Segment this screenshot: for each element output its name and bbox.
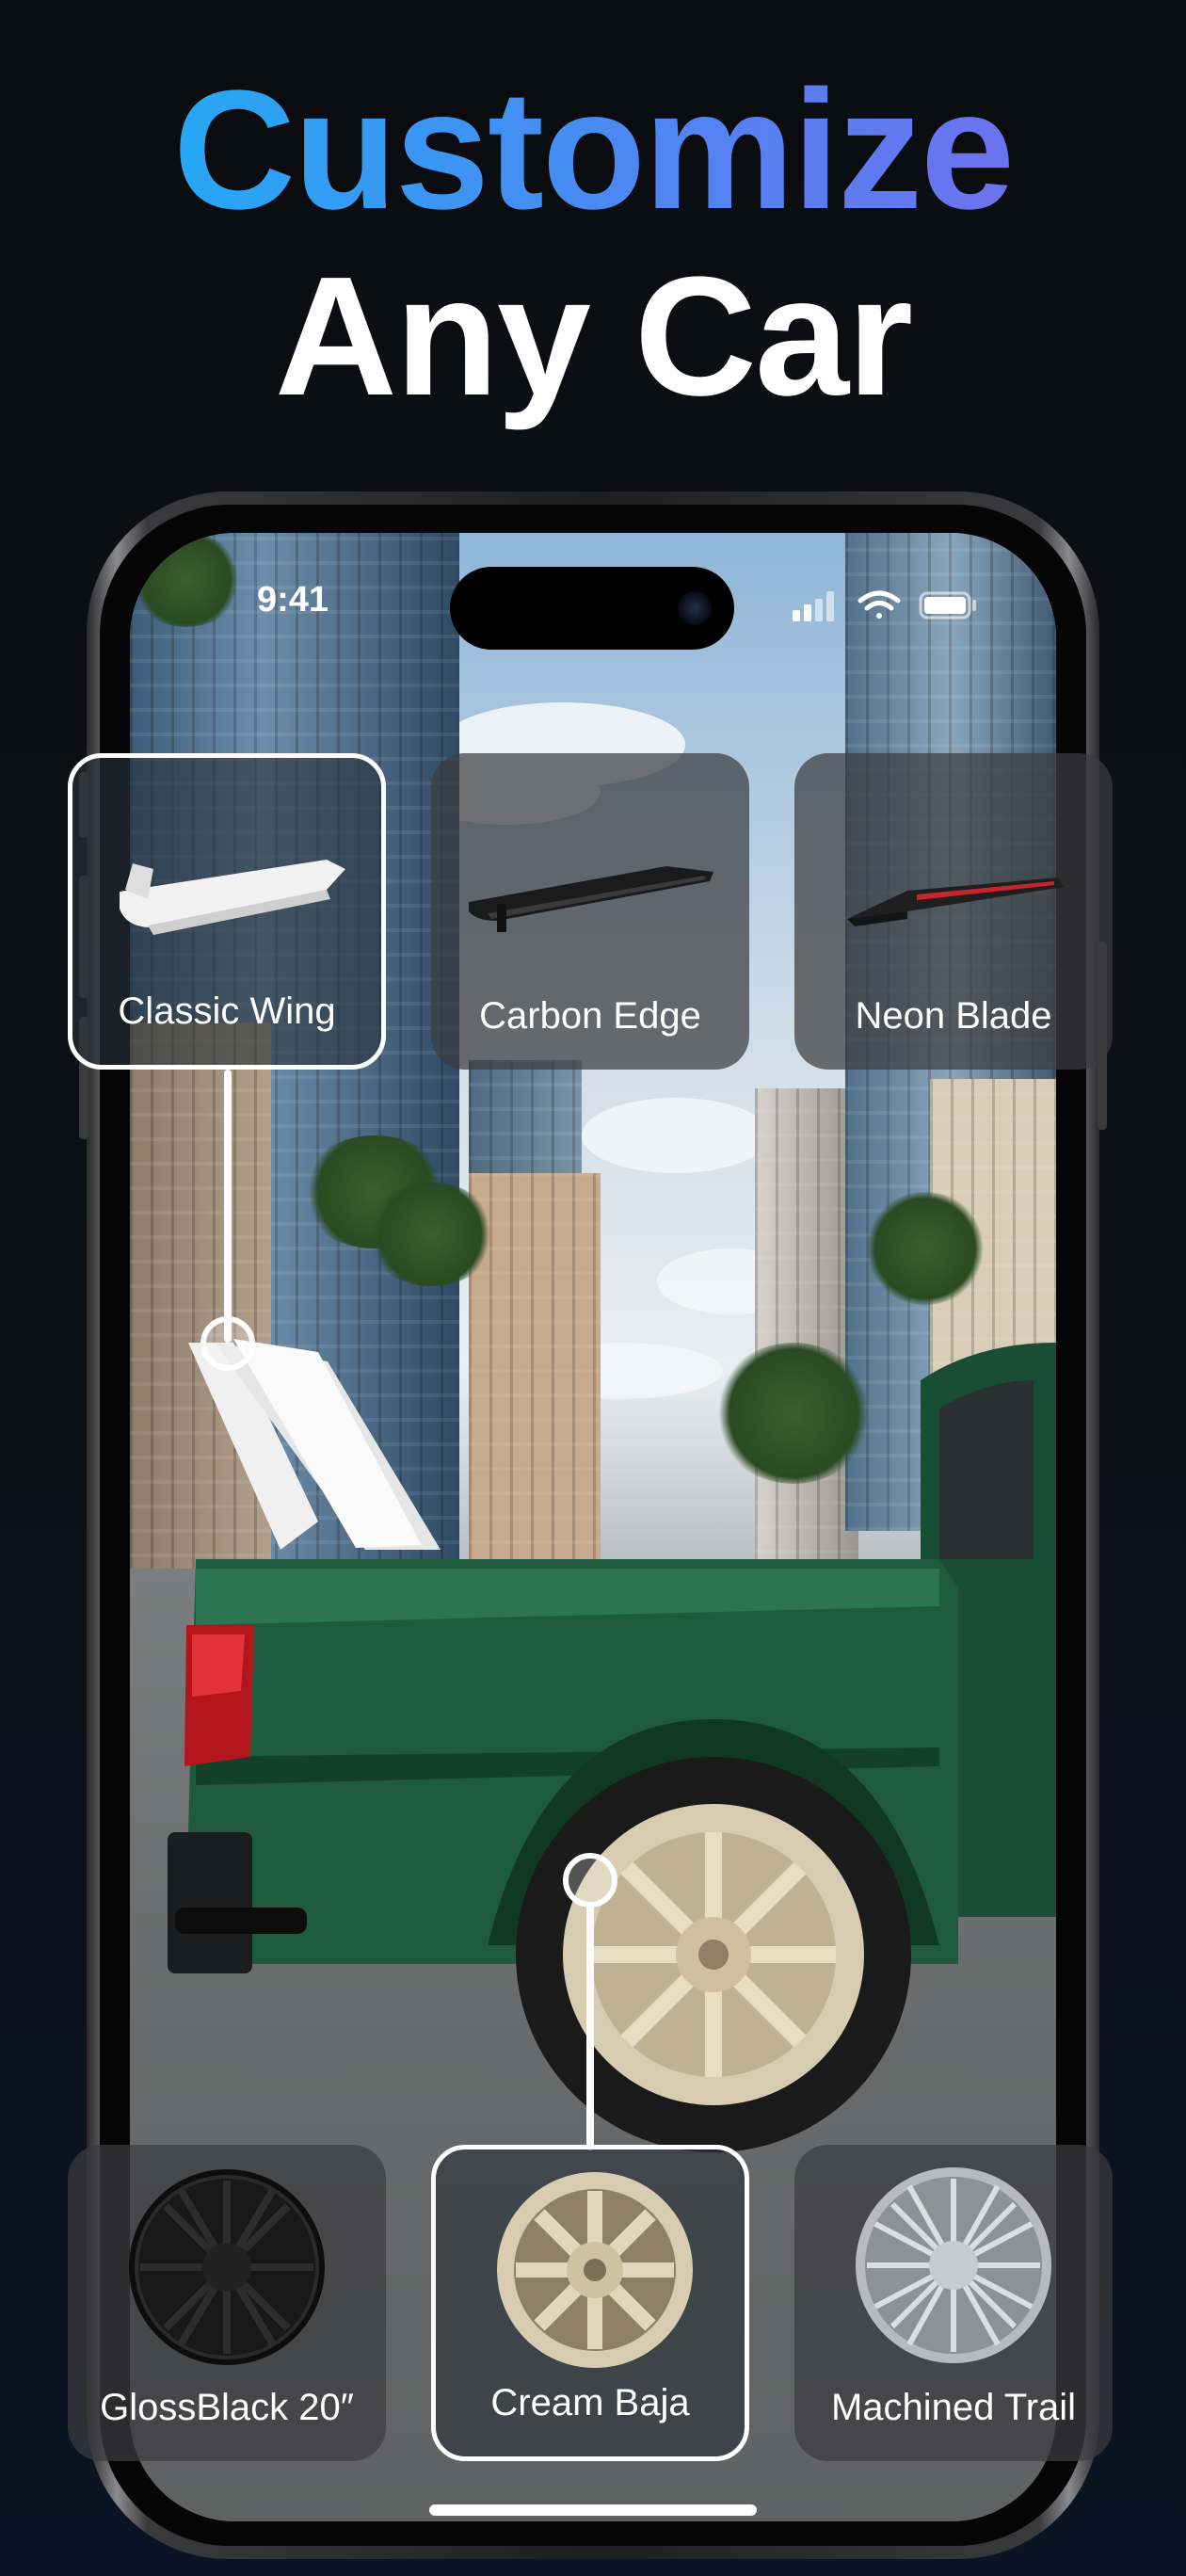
wheel-option-label: Machined Trail [830,2387,1077,2428]
front-camera [678,591,712,625]
machined-trail-wheel-thumbnail [856,2167,1051,2363]
status-time: 9:41 [257,580,329,620]
wheel-connector-line [586,1904,594,2150]
spoiler-hotspot[interactable] [200,1316,255,1371]
battery-icon [919,591,976,620]
wheel-hotspot[interactable] [563,1853,617,1908]
spoiler-option-label: Classic Wing [118,990,336,1032]
wheel-option-glossblack[interactable]: GlossBlack 20″ [68,2145,386,2461]
spoiler-option-label: Carbon Edge [479,995,701,1037]
spoiler-option-label: Neon Blade [855,995,1052,1037]
headline: Customize Any Car [0,66,1186,422]
carbon-edge-thumbnail [469,866,713,932]
headline-line-1: Customize [0,66,1186,235]
wheel-option-cream-baja[interactable]: Cream Baja [431,2145,749,2461]
neon-blade-thumbnail [847,877,1064,926]
spoiler-option-carbon-edge[interactable]: Carbon Edge [431,753,749,1070]
wheel-option-machined-trail[interactable]: Machined Trail [794,2145,1113,2461]
glossblack-wheel-thumbnail [129,2169,325,2365]
wheel-option-label: Cream Baja [490,2382,690,2423]
cream-baja-wheel-thumbnail [497,2172,693,2368]
wheel-option-label: GlossBlack 20″ [100,2387,354,2428]
home-indicator[interactable] [429,2504,757,2516]
wifi-icon [857,590,901,619]
classic-wing-thumbnail [120,860,345,935]
headline-line-2: Any Car [274,242,913,431]
signal-icon [793,591,834,621]
status-icons [793,590,976,621]
spoiler-option-classic-wing[interactable]: Classic Wing [68,753,386,1070]
spoiler-option-neon-blade[interactable]: Neon Blade [794,753,1113,1070]
spoiler-connector-line [224,1070,232,1343]
